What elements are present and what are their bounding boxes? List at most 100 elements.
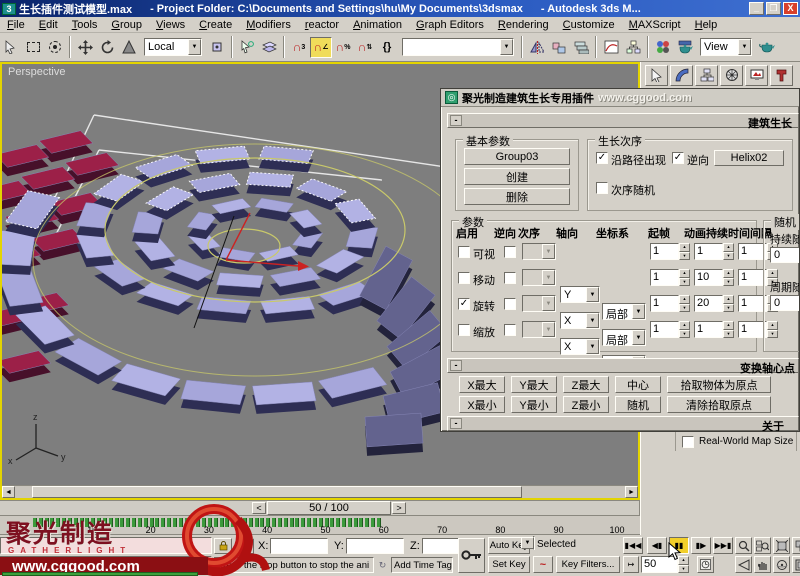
menu-views[interactable]: Views	[149, 18, 192, 32]
growth-plugin-dialog[interactable]: ◎ 聚光制造建筑生长专用插件 www.cggood.com - 建筑生长 基本参…	[440, 88, 800, 432]
basic-group-button-1[interactable]: 创建	[464, 168, 570, 185]
spinner-down-icon[interactable]: ▼	[679, 330, 690, 339]
tab-hierarchy-icon[interactable]	[695, 65, 718, 86]
param-duration-spinner[interactable]: 1▲▼	[694, 321, 734, 338]
time-slider-next-key[interactable]: >	[392, 502, 406, 514]
set-key-button[interactable]: Set Key	[488, 556, 530, 573]
absolute-offset-toggle[interactable]	[236, 538, 254, 554]
viewport-scrollbar[interactable]: ◄ ►	[2, 485, 638, 498]
go-to-end-button[interactable]: ▶▶▮	[713, 537, 733, 554]
field-of-view-button[interactable]	[735, 556, 752, 573]
cycle-random-field[interactable]: 0	[770, 295, 800, 311]
mirror-icon[interactable]	[526, 37, 548, 58]
chevron-down-icon[interactable]: ▼	[738, 39, 751, 55]
menu-modifiers[interactable]: Modifiers	[239, 18, 298, 32]
viewport-label[interactable]: Perspective	[8, 66, 65, 78]
rollout-build-growth[interactable]: - 建筑生长	[447, 113, 799, 128]
select-manipulate-icon[interactable]	[236, 37, 258, 58]
default-in-out-tangents-button[interactable]: ~	[533, 556, 553, 573]
plugin-dialog-titlebar[interactable]: ◎ 聚光制造建筑生长专用插件 www.cggood.com	[441, 89, 800, 107]
menu-customize[interactable]: Customize	[556, 18, 622, 32]
duration-random-field[interactable]: 0	[770, 247, 800, 263]
spinner-up-icon[interactable]: ▲	[679, 321, 690, 330]
pivot-button-Y最大[interactable]: Y最大	[511, 376, 557, 393]
pivot-button-清除拾取原点[interactable]: 清除拾取原点	[667, 396, 771, 413]
chevron-down-icon[interactable]: ▼	[188, 39, 201, 55]
param-enable-checkbox[interactable]: ✓	[458, 298, 470, 310]
param-reverse-checkbox[interactable]	[504, 246, 516, 258]
go-to-start-button[interactable]: ▮◀◀	[623, 537, 643, 554]
scrollbar-thumb[interactable]	[32, 486, 522, 498]
param-order-dropdown[interactable]: ▼	[522, 243, 556, 260]
edit-named-selections-icon[interactable]: {}	[376, 37, 398, 58]
menu-graph-editors[interactable]: Graph Editors	[409, 18, 491, 32]
path-object-button[interactable]: Helix02	[714, 150, 784, 166]
x-coordinate-field[interactable]	[270, 538, 328, 554]
spinner-up-icon[interactable]: ▲	[723, 295, 734, 304]
pivot-button-中心[interactable]: 中心	[615, 376, 661, 393]
rect-selection-region-icon[interactable]	[22, 37, 44, 58]
spinner-up-icon[interactable]: ▲	[723, 321, 734, 330]
param-start-frame-spinner[interactable]: 1▲▼	[650, 295, 690, 312]
spinner-field[interactable]: 1	[650, 243, 679, 260]
close-button[interactable]: X	[783, 2, 798, 15]
pivot-button-Z最小[interactable]: Z最小	[563, 396, 609, 413]
tab-motion-icon[interactable]	[720, 65, 743, 86]
param-enable-checkbox[interactable]	[458, 272, 470, 284]
select-rotate-icon[interactable]	[96, 37, 118, 58]
menu-help[interactable]: Help	[688, 18, 725, 32]
pan-button[interactable]	[754, 556, 771, 573]
spinner-down-icon[interactable]: ▼	[679, 278, 690, 287]
use-pivot-center-icon[interactable]	[206, 37, 228, 58]
param-start-frame-spinner[interactable]: 1▲▼	[650, 269, 690, 286]
pivot-button-X最大[interactable]: X最大	[459, 376, 505, 393]
maxscript-mini-listener-pink[interactable]	[0, 537, 212, 554]
param-enable-checkbox[interactable]	[458, 246, 470, 258]
spinner-field[interactable]: 20	[694, 295, 723, 312]
align-icon[interactable]	[548, 37, 570, 58]
tab-utilities-icon[interactable]	[770, 65, 793, 86]
param-axis-dropdown[interactable]: X▼	[560, 338, 600, 355]
param-order-dropdown[interactable]: ▼	[522, 269, 556, 286]
chevron-down-icon[interactable]: ▼	[521, 537, 534, 549]
chevron-down-icon[interactable]: ▼	[586, 339, 599, 354]
pivot-button-X最小[interactable]: X最小	[459, 396, 505, 413]
chevron-down-icon[interactable]: ▼	[542, 270, 555, 285]
menu-edit[interactable]: Edit	[32, 18, 65, 32]
menu-reactor[interactable]: reactor	[298, 18, 346, 32]
tab-create-icon[interactable]	[645, 65, 668, 86]
param-reverse-checkbox[interactable]	[504, 272, 516, 284]
menu-create[interactable]: Create	[192, 18, 239, 32]
maximize-button[interactable]: ❐	[766, 2, 781, 15]
rollout-collapse-icon[interactable]: -	[450, 418, 462, 429]
add-time-tag-field[interactable]: Add Time Tag	[391, 557, 453, 573]
spinner-up-icon[interactable]: ▲	[723, 243, 734, 252]
param-duration-spinner[interactable]: 1▲▼	[694, 243, 734, 260]
param-order-dropdown[interactable]: ▼	[522, 295, 556, 312]
pivot-button-Y最小[interactable]: Y最小	[511, 396, 557, 413]
spinner-down-icon[interactable]: ▼	[678, 565, 689, 574]
spinner-down-icon[interactable]: ▼	[723, 330, 734, 339]
spinner-up-icon[interactable]: ▲	[679, 243, 690, 252]
param-enable-checkbox[interactable]	[458, 324, 470, 336]
previous-frame-button[interactable]: ◀▮	[647, 537, 667, 554]
rollout-collapse-icon[interactable]: -	[450, 360, 462, 371]
spinner-field[interactable]: 1	[694, 243, 723, 260]
scrollbar-left-arrow[interactable]: ◄	[2, 486, 15, 498]
chevron-down-icon[interactable]: ▼	[500, 39, 513, 55]
maxscript-mini-listener-white[interactable]	[0, 556, 212, 573]
schematic-view-icon[interactable]	[622, 37, 644, 58]
random-order-checkbox[interactable]	[596, 182, 608, 194]
menu-maxscript[interactable]: MAXScript	[622, 18, 688, 32]
param-reverse-checkbox[interactable]	[504, 324, 516, 336]
select-move-icon[interactable]	[74, 37, 96, 58]
spinner-down-icon[interactable]: ▼	[723, 278, 734, 287]
param-order-dropdown[interactable]: ▼	[522, 321, 556, 338]
menu-file[interactable]: File	[0, 18, 32, 32]
key-mode-toggle-button[interactable]: ↦	[623, 556, 639, 573]
select-and-link-icon[interactable]	[0, 37, 22, 58]
spinner-field[interactable]: 10	[694, 269, 723, 286]
rollout-collapse-icon[interactable]: -	[450, 115, 462, 126]
select-scale-icon[interactable]	[118, 37, 140, 58]
spinner-snap-toggle-icon[interactable]: ∩⇅	[354, 37, 376, 58]
